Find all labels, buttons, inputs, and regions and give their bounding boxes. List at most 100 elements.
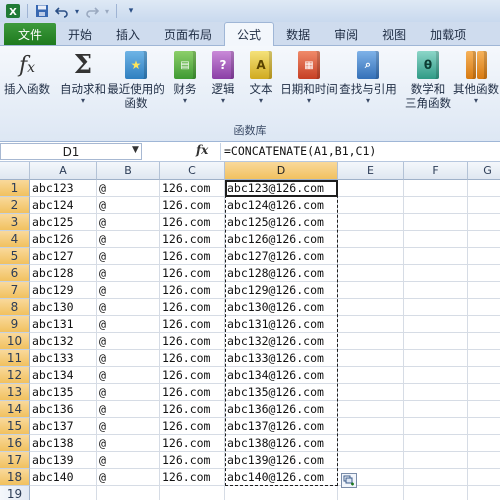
row-header[interactable]: 7 (0, 282, 30, 299)
recent-functions-button[interactable]: ★ 最近使用的 函数 (107, 50, 165, 122)
cell-a15[interactable]: abc137 (30, 418, 97, 435)
cell-g2[interactable] (468, 197, 500, 214)
cell-c14[interactable]: 126.com (160, 401, 225, 418)
cell-f4[interactable] (404, 231, 468, 248)
cell-c18[interactable]: 126.com (160, 469, 225, 486)
more-functions-button[interactable]: 其他函数 ▾ (452, 50, 500, 122)
tab-data[interactable]: 数据 (274, 23, 322, 45)
cell-c16[interactable]: 126.com (160, 435, 225, 452)
cell-f8[interactable] (404, 299, 468, 316)
cell-d12[interactable]: abc134@126.com (225, 367, 338, 384)
cell-d13[interactable]: abc135@126.com (225, 384, 338, 401)
cell-d9[interactable]: abc131@126.com (225, 316, 338, 333)
cell-e5[interactable] (338, 248, 404, 265)
column-header-a[interactable]: A (30, 162, 97, 180)
cell-d7[interactable]: abc129@126.com (225, 282, 338, 299)
cell-f16[interactable] (404, 435, 468, 452)
select-all-corner[interactable] (0, 162, 30, 180)
cell-a14[interactable]: abc136 (30, 401, 97, 418)
cell-d16[interactable]: abc138@126.com (225, 435, 338, 452)
row-header[interactable]: 15 (0, 418, 30, 435)
redo-icon[interactable] (83, 2, 101, 20)
cell-f3[interactable] (404, 214, 468, 231)
cell-g6[interactable] (468, 265, 500, 282)
cell-b11[interactable]: @ (97, 350, 160, 367)
formula-input[interactable]: =CONCATENATE(A1,B1,C1) (220, 143, 500, 160)
tab-review[interactable]: 审阅 (322, 23, 370, 45)
cell-g8[interactable] (468, 299, 500, 316)
cell-b16[interactable]: @ (97, 435, 160, 452)
cell-e9[interactable] (338, 316, 404, 333)
name-box[interactable]: D1 (0, 143, 142, 160)
cell-b17[interactable]: @ (97, 452, 160, 469)
tab-view[interactable]: 视图 (370, 23, 418, 45)
cell-a9[interactable]: abc131 (30, 316, 97, 333)
cell-b4[interactable]: @ (97, 231, 160, 248)
cell-e10[interactable] (338, 333, 404, 350)
cell-a6[interactable]: abc128 (30, 265, 97, 282)
cell-a8[interactable]: abc130 (30, 299, 97, 316)
cell-a3[interactable]: abc125 (30, 214, 97, 231)
cell-f17[interactable] (404, 452, 468, 469)
cell-f13[interactable] (404, 384, 468, 401)
cell-d10[interactable]: abc132@126.com (225, 333, 338, 350)
cell-d4[interactable]: abc126@126.com (225, 231, 338, 248)
cell-c7[interactable]: 126.com (160, 282, 225, 299)
cell-c3[interactable]: 126.com (160, 214, 225, 231)
cell-a2[interactable]: abc124 (30, 197, 97, 214)
row-header[interactable]: 5 (0, 248, 30, 265)
cell-b8[interactable]: @ (97, 299, 160, 316)
cell-g11[interactable] (468, 350, 500, 367)
cell-f19[interactable] (404, 486, 468, 500)
cell-c1[interactable]: 126.com (160, 180, 225, 197)
cell-f5[interactable] (404, 248, 468, 265)
row-header[interactable]: 4 (0, 231, 30, 248)
date-time-button[interactable]: ▦ 日期和时间 ▾ (280, 50, 338, 122)
cell-d8[interactable]: abc130@126.com (225, 299, 338, 316)
cell-a4[interactable]: abc126 (30, 231, 97, 248)
column-header-b[interactable]: B (97, 162, 160, 180)
cell-g12[interactable] (468, 367, 500, 384)
cell-c4[interactable]: 126.com (160, 231, 225, 248)
cell-b12[interactable]: @ (97, 367, 160, 384)
cell-a13[interactable]: abc135 (30, 384, 97, 401)
cell-c6[interactable]: 126.com (160, 265, 225, 282)
row-header[interactable]: 2 (0, 197, 30, 214)
row-header[interactable]: 19 (0, 486, 30, 500)
cell-b19[interactable] (97, 486, 160, 500)
cell-d6[interactable]: abc128@126.com (225, 265, 338, 282)
cell-a19[interactable] (30, 486, 97, 500)
cell-b6[interactable]: @ (97, 265, 160, 282)
cell-a7[interactable]: abc129 (30, 282, 97, 299)
save-icon[interactable] (33, 2, 51, 20)
cell-f11[interactable] (404, 350, 468, 367)
chevron-down-icon[interactable]: ▼ (132, 145, 139, 155)
row-header[interactable]: 18 (0, 469, 30, 486)
cell-c12[interactable]: 126.com (160, 367, 225, 384)
row-header[interactable]: 14 (0, 401, 30, 418)
cell-g13[interactable] (468, 384, 500, 401)
cell-f15[interactable] (404, 418, 468, 435)
cell-c13[interactable]: 126.com (160, 384, 225, 401)
cell-b2[interactable]: @ (97, 197, 160, 214)
cell-a17[interactable]: abc139 (30, 452, 97, 469)
cell-d2[interactable]: abc124@126.com (225, 197, 338, 214)
cell-c19[interactable] (160, 486, 225, 500)
cell-d17[interactable]: abc139@126.com (225, 452, 338, 469)
cell-b9[interactable]: @ (97, 316, 160, 333)
cell-b13[interactable]: @ (97, 384, 160, 401)
cell-a12[interactable]: abc134 (30, 367, 97, 384)
cell-b14[interactable]: @ (97, 401, 160, 418)
column-header-c[interactable]: C (160, 162, 225, 180)
cell-g17[interactable] (468, 452, 500, 469)
cell-c11[interactable]: 126.com (160, 350, 225, 367)
cell-b5[interactable]: @ (97, 248, 160, 265)
cell-e12[interactable] (338, 367, 404, 384)
cell-g15[interactable] (468, 418, 500, 435)
cell-d19[interactable] (225, 486, 338, 500)
cell-e1[interactable] (338, 180, 404, 197)
text-button[interactable]: A 文本 ▾ (244, 50, 278, 122)
cell-e11[interactable] (338, 350, 404, 367)
cell-g10[interactable] (468, 333, 500, 350)
cell-a18[interactable]: abc140 (30, 469, 97, 486)
